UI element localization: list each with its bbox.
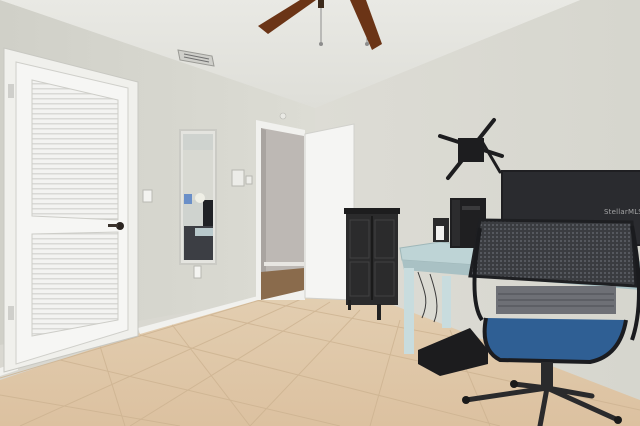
- hallway-doorway: [256, 120, 305, 300]
- closet-door[interactable]: [3, 47, 139, 373]
- thermostat[interactable]: [231, 169, 245, 187]
- watermark-text: StellarMLS: [604, 208, 640, 216]
- light-switch[interactable]: [142, 189, 153, 203]
- storage-cabinet: [344, 208, 400, 320]
- room-photo: [0, 0, 640, 426]
- wall-outlet: [193, 265, 202, 279]
- wall-mirror: [179, 129, 217, 265]
